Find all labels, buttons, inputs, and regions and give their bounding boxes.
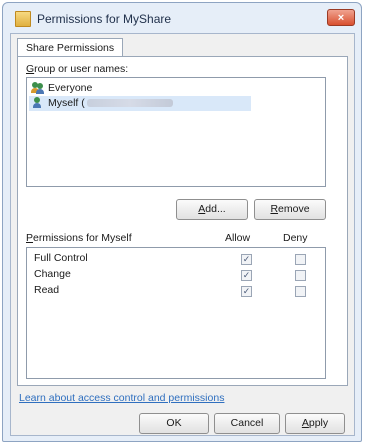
ok-button[interactable]: OK — [139, 413, 209, 434]
obscured-user-detail — [86, 99, 173, 108]
deny-full-control-checkbox[interactable] — [295, 254, 306, 265]
add-button[interactable]: Add... — [176, 199, 248, 220]
permissions-dialog: Permissions for MyShare × Share Permissi… — [2, 2, 362, 442]
permissions-list: Full Control ✓ Change ✓ Read ✓ — [26, 247, 326, 379]
list-item[interactable]: Myself ( — [29, 96, 251, 111]
apply-button[interactable]: Apply — [285, 413, 345, 434]
close-button[interactable]: × — [327, 9, 355, 26]
user-list[interactable]: Everyone Myself ( — [26, 77, 326, 187]
user-icon — [31, 97, 45, 109]
deny-column-header: Deny — [283, 232, 308, 244]
tab-panel: Group or user names: Everyone Myself ( A… — [17, 56, 348, 386]
list-item[interactable]: Everyone — [31, 81, 92, 96]
tab-share-permissions[interactable]: Share Permissions — [17, 38, 124, 57]
remove-button[interactable]: Remove — [254, 199, 326, 220]
permissions-for-label: Permissions for Myself — [26, 232, 132, 244]
title-bar[interactable]: Permissions for MyShare × — [3, 3, 361, 33]
dialog-client-area: Share Permissions Group or user names: E… — [10, 33, 355, 436]
permission-read-label: Read — [34, 284, 60, 296]
permission-full-control-label: Full Control — [34, 252, 88, 264]
window-title: Permissions for MyShare — [37, 12, 172, 26]
allow-column-header: Allow — [225, 232, 251, 244]
deny-read-checkbox[interactable] — [295, 286, 306, 297]
allow-read-checkbox[interactable]: ✓ — [241, 286, 252, 297]
deny-change-checkbox[interactable] — [295, 270, 306, 281]
user-name: Everyone — [48, 82, 93, 94]
user-name: Myself ( — [48, 97, 85, 109]
group-or-user-names-label: Group or user names: — [26, 63, 129, 75]
folder-icon — [15, 11, 31, 27]
permission-change-label: Change — [34, 268, 71, 280]
allow-change-checkbox[interactable]: ✓ — [241, 270, 252, 281]
cancel-button[interactable]: Cancel — [214, 413, 280, 434]
users-group-icon — [31, 82, 45, 95]
access-control-help-link[interactable]: Learn about access control and permissio… — [19, 392, 224, 404]
allow-full-control-checkbox[interactable]: ✓ — [241, 254, 252, 265]
